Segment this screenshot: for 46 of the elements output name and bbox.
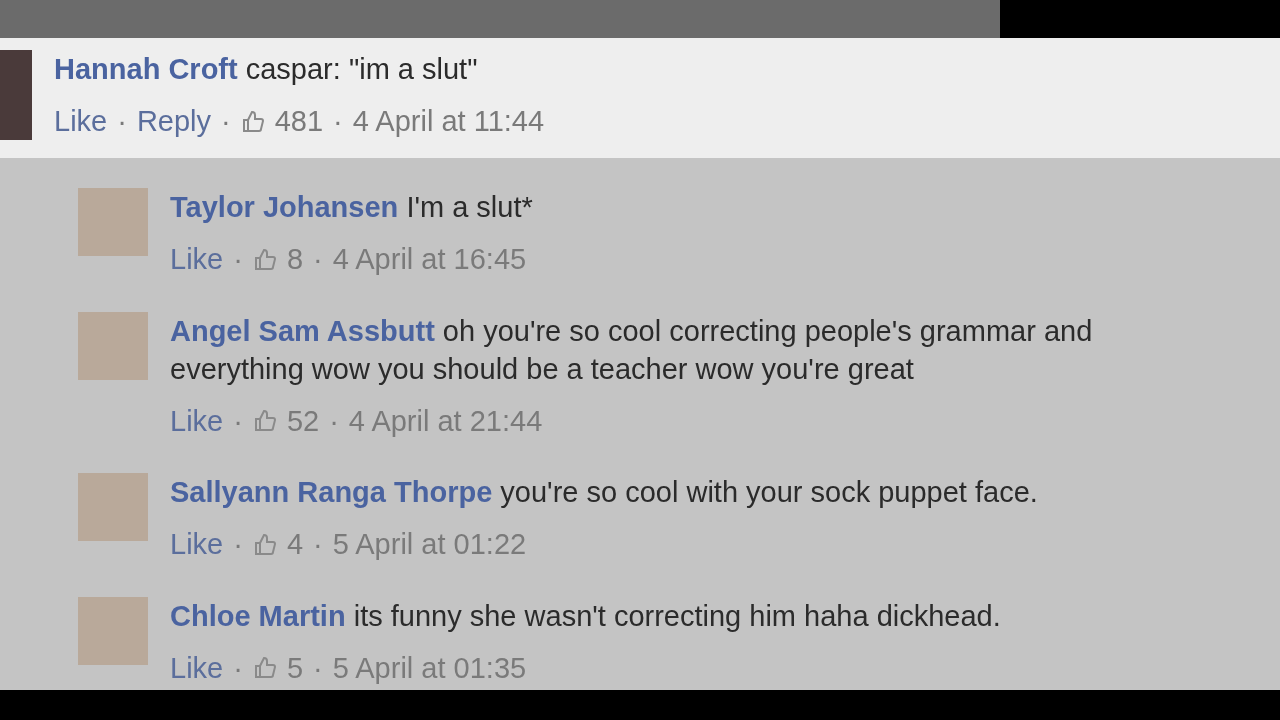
comment-text: Sallyann Ranga Thorpe you're so cool with your sock puppet face. xyxy=(170,475,1038,510)
like-count: 5 xyxy=(286,650,303,686)
separator-dot: · xyxy=(233,403,243,439)
avatar-photo xyxy=(78,596,148,665)
like-count: 481 xyxy=(274,104,324,139)
author-link[interactable]: Hannah Croft xyxy=(54,53,238,85)
thumbs-up-icon xyxy=(252,409,277,434)
author-link[interactable]: Taylor Johansen xyxy=(170,191,399,223)
action-link[interactable]: Like xyxy=(54,100,108,144)
like-count: 8 xyxy=(286,242,303,277)
action-link[interactable]: Reply xyxy=(136,100,212,144)
thumbs-up-icon xyxy=(252,532,277,557)
author-link[interactable]: Chloe Martin xyxy=(170,599,346,632)
comment-text: Angel Sam Assbutt oh you're so cool correcting people's grammar and everything wow you should be a teacher wow you're great xyxy=(170,313,1094,387)
separator-dot: · xyxy=(233,242,243,277)
avatar-photo xyxy=(78,311,148,380)
action-link[interactable]: Like xyxy=(170,238,224,282)
author-link[interactable]: Angel Sam Assbutt xyxy=(170,314,435,347)
action-link[interactable]: Like xyxy=(170,523,224,567)
comment-time: 4 April at 11:44 xyxy=(352,104,545,139)
like-count: 4 xyxy=(286,527,303,562)
separator-dot: · xyxy=(313,527,323,562)
like-count: 52 xyxy=(286,403,320,439)
comment-time: 5 April at 01:35 xyxy=(332,650,527,686)
separator-dot: · xyxy=(221,104,231,139)
separator-dot: · xyxy=(233,650,243,686)
thumbs-up-icon xyxy=(240,109,265,134)
comment-text: Chloe Martin its funny she wasn't correcting him haha dickhead. xyxy=(170,598,1001,634)
separator-dot: · xyxy=(329,403,339,439)
avatar-photo xyxy=(78,473,148,541)
comment-text: Taylor Johansen I'm a slut* xyxy=(170,190,533,225)
thumbs-up-icon xyxy=(252,656,277,681)
comment-time: 5 April at 01:22 xyxy=(332,527,527,562)
separator-dot: · xyxy=(233,527,243,562)
action-link[interactable]: Like xyxy=(170,646,224,690)
author-link[interactable]: Sallyann Ranga Thorpe xyxy=(170,476,493,508)
action-link[interactable]: Like xyxy=(170,399,224,443)
comment-time: 4 April at 16:45 xyxy=(332,242,527,277)
avatar-photo xyxy=(78,188,148,256)
separator-dot: · xyxy=(313,650,323,686)
comment-text: Hannah Croft caspar: "im a slut" xyxy=(54,52,479,87)
separator-dot: · xyxy=(313,242,323,277)
separator-dot: · xyxy=(117,104,127,139)
separator-dot: · xyxy=(333,104,343,139)
comment-time: 4 April at 21:44 xyxy=(348,403,543,439)
thumbs-up-icon xyxy=(252,247,277,272)
